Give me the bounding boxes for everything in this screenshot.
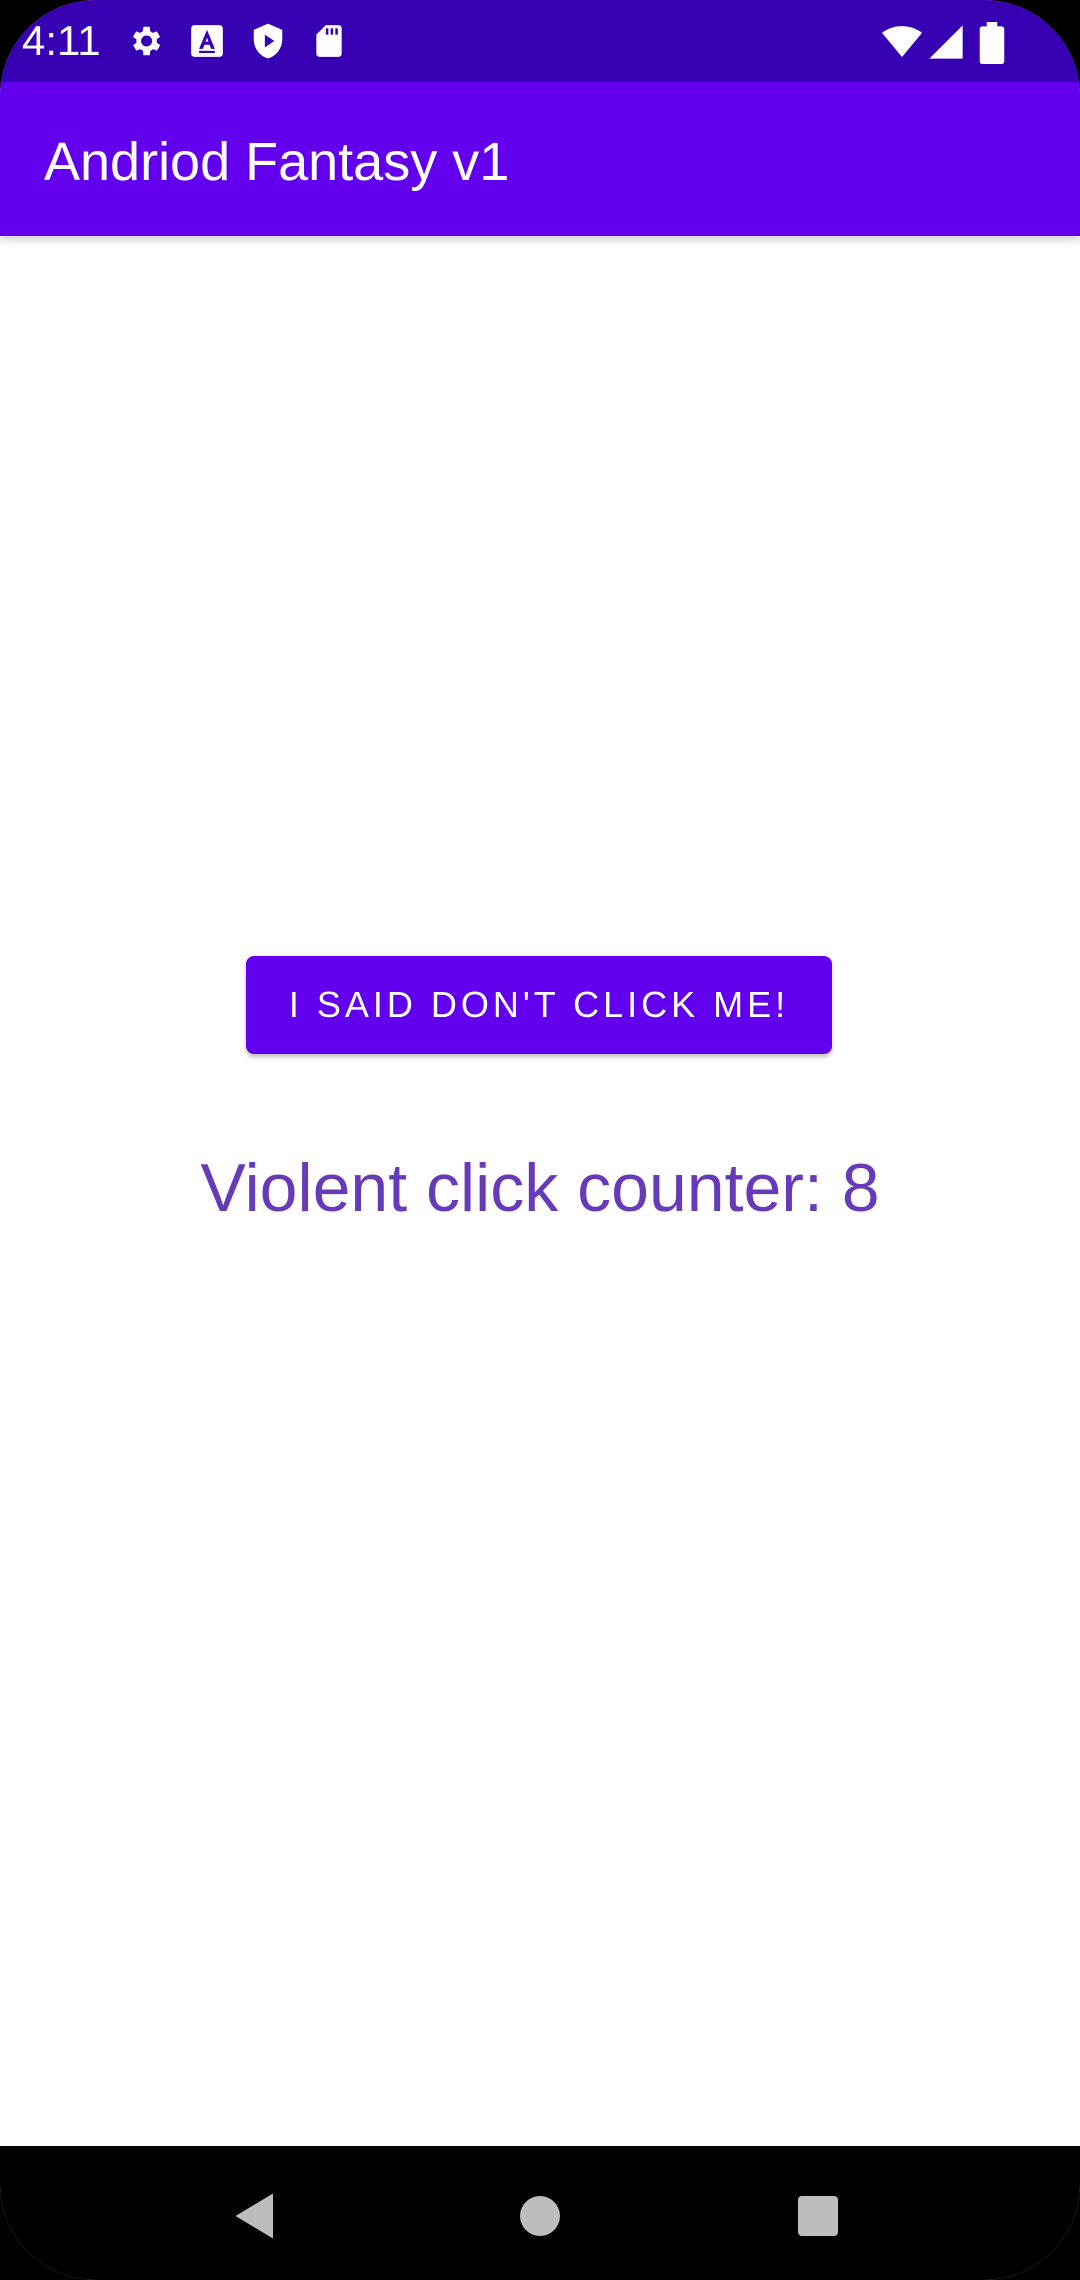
wifi-icon [880, 22, 924, 62]
keyboard-a-icon [188, 22, 226, 60]
click-counter-label: Violent click counter: 8 [200, 1150, 880, 1226]
back-icon[interactable] [228, 2186, 288, 2246]
recents-icon[interactable] [788, 2186, 848, 2246]
dont-click-button[interactable]: I SAID DON'T CLICK ME! [246, 956, 832, 1054]
phone-screen: 4:11 Andriod Fantasy v1 I SAID DON'T CLI… [0, 0, 1080, 2280]
sd-card-icon [310, 22, 348, 60]
play-protect-icon [249, 22, 287, 60]
navigation-bar [0, 2146, 1080, 2280]
home-icon[interactable] [510, 2186, 570, 2246]
battery-icon [978, 22, 1006, 64]
main-content: I SAID DON'T CLICK ME! Violent click cou… [0, 236, 1080, 2146]
status-time: 4:11 [22, 17, 101, 64]
settings-icon [126, 22, 164, 60]
status-bar: 4:11 [0, 0, 1080, 82]
app-bar: Andriod Fantasy v1 [0, 82, 1080, 236]
cell-signal-icon [926, 22, 966, 62]
app-title: Andriod Fantasy v1 [44, 132, 510, 192]
